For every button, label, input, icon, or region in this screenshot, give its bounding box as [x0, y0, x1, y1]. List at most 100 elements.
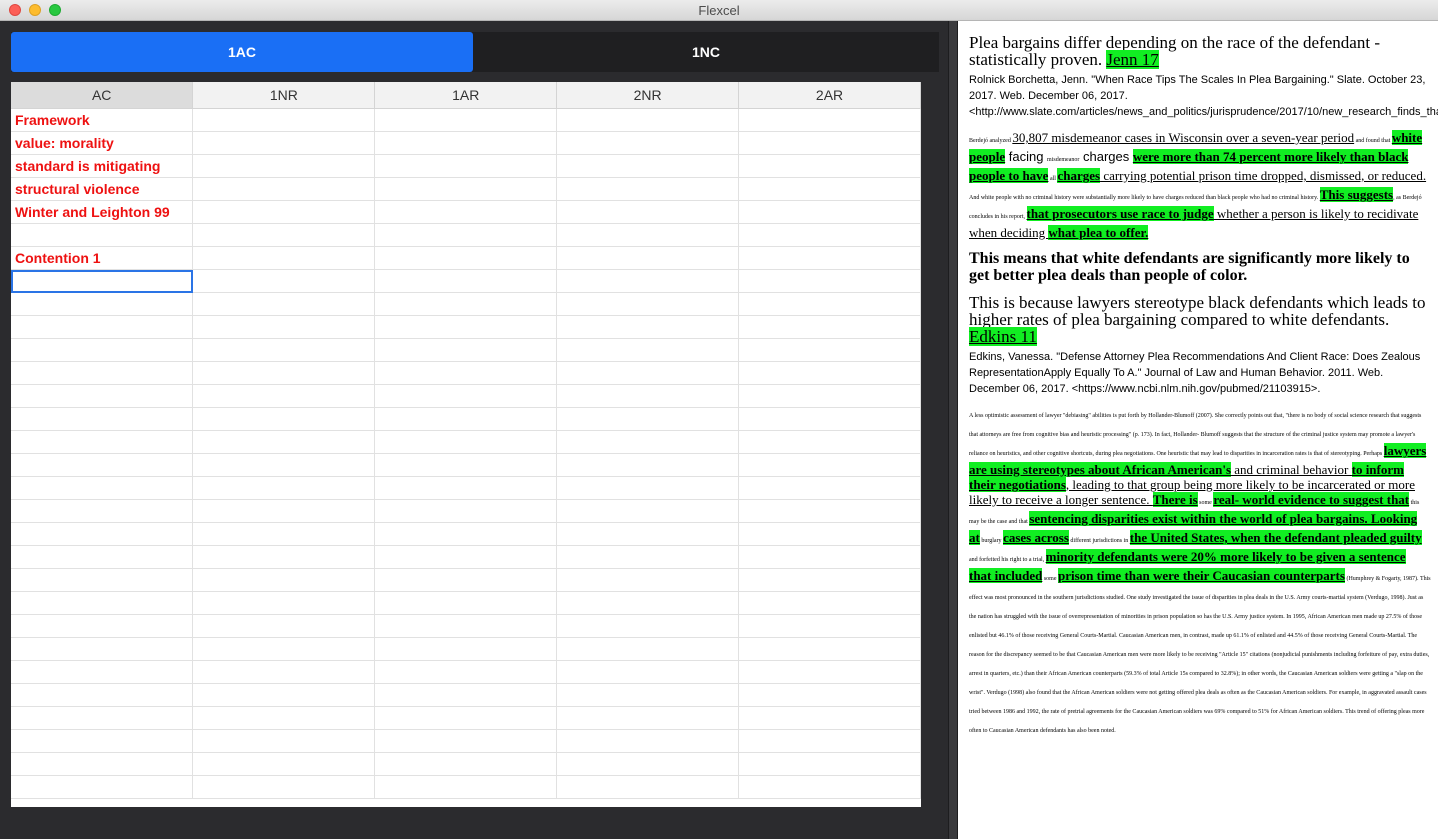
cell[interactable]	[192, 706, 376, 730]
cell[interactable]: Winter and Leighton 99	[11, 200, 194, 224]
cell[interactable]	[11, 499, 194, 523]
cell[interactable]	[738, 177, 921, 201]
cell[interactable]	[192, 752, 376, 776]
cell[interactable]	[11, 407, 194, 431]
cell[interactable]: Contention 1	[11, 246, 194, 270]
cell[interactable]	[374, 154, 558, 178]
cell[interactable]	[374, 522, 558, 546]
cell[interactable]	[556, 660, 740, 684]
cell[interactable]	[192, 729, 376, 753]
cell[interactable]	[374, 361, 558, 385]
cell[interactable]	[738, 453, 921, 477]
tab-1ac[interactable]: 1AC	[11, 32, 473, 72]
cell[interactable]	[556, 614, 740, 638]
cell[interactable]: structural violence	[11, 177, 194, 201]
cell[interactable]	[11, 338, 194, 362]
cell[interactable]	[556, 315, 740, 339]
cell[interactable]	[192, 660, 376, 684]
cell[interactable]	[374, 292, 558, 316]
cell[interactable]	[556, 591, 740, 615]
cell[interactable]	[192, 108, 376, 132]
cell[interactable]	[738, 775, 921, 799]
cell[interactable]	[738, 499, 921, 523]
cell[interactable]	[556, 499, 740, 523]
cell[interactable]	[556, 752, 740, 776]
cell[interactable]	[11, 522, 194, 546]
cell[interactable]	[738, 246, 921, 270]
cell[interactable]	[738, 269, 921, 293]
cell[interactable]	[374, 683, 558, 707]
cell[interactable]	[738, 637, 921, 661]
cell[interactable]	[11, 223, 194, 247]
cell[interactable]	[374, 453, 558, 477]
document-pane[interactable]: Plea bargains differ depending on the ra…	[958, 21, 1438, 839]
cell[interactable]	[374, 614, 558, 638]
cell[interactable]	[374, 177, 558, 201]
cell[interactable]	[738, 384, 921, 408]
cell[interactable]	[11, 292, 194, 316]
cell[interactable]	[192, 223, 376, 247]
cell[interactable]	[556, 568, 740, 592]
cell[interactable]	[556, 729, 740, 753]
cell[interactable]	[738, 660, 921, 684]
cell[interactable]	[192, 453, 376, 477]
column-header-2ar[interactable]: 2AR	[738, 82, 921, 109]
cell[interactable]	[738, 223, 921, 247]
cell[interactable]	[192, 591, 376, 615]
cell[interactable]	[11, 476, 194, 500]
cell[interactable]	[192, 522, 376, 546]
pane-divider[interactable]	[948, 21, 958, 839]
cell[interactable]	[374, 108, 558, 132]
cell[interactable]	[374, 246, 558, 270]
column-header-ac[interactable]: AC	[11, 82, 194, 109]
cell[interactable]	[374, 568, 558, 592]
cell[interactable]	[738, 200, 921, 224]
cell[interactable]	[556, 361, 740, 385]
cell[interactable]	[556, 706, 740, 730]
cell[interactable]	[556, 292, 740, 316]
cell[interactable]	[556, 476, 740, 500]
cell[interactable]	[11, 637, 194, 661]
cell[interactable]	[11, 775, 194, 799]
cell[interactable]	[556, 223, 740, 247]
cell[interactable]	[556, 637, 740, 661]
cell[interactable]	[192, 246, 376, 270]
cell[interactable]	[11, 683, 194, 707]
cell[interactable]	[374, 338, 558, 362]
cell[interactable]	[738, 430, 921, 454]
cell[interactable]	[738, 131, 921, 155]
cell[interactable]	[374, 384, 558, 408]
cell[interactable]	[192, 683, 376, 707]
cell[interactable]	[738, 706, 921, 730]
cell[interactable]	[11, 591, 194, 615]
cell[interactable]	[11, 614, 194, 638]
cell[interactable]	[556, 177, 740, 201]
cell[interactable]	[738, 545, 921, 569]
cell[interactable]	[374, 752, 558, 776]
column-header-2nr[interactable]: 2NR	[556, 82, 740, 109]
cell[interactable]	[556, 522, 740, 546]
column-header-1ar[interactable]: 1AR	[374, 82, 558, 109]
cell[interactable]	[738, 338, 921, 362]
cell[interactable]	[374, 430, 558, 454]
cell[interactable]	[11, 706, 194, 730]
cell[interactable]	[11, 545, 194, 569]
cell[interactable]	[11, 729, 194, 753]
cell[interactable]	[556, 384, 740, 408]
cell[interactable]	[374, 200, 558, 224]
cell[interactable]	[11, 568, 194, 592]
cell[interactable]	[556, 545, 740, 569]
cell[interactable]	[556, 407, 740, 431]
cell[interactable]	[556, 154, 740, 178]
cell[interactable]	[192, 407, 376, 431]
cell[interactable]	[738, 752, 921, 776]
cell[interactable]	[192, 315, 376, 339]
cell[interactable]	[556, 775, 740, 799]
cell[interactable]	[192, 269, 376, 293]
cell[interactable]	[192, 338, 376, 362]
cell[interactable]	[374, 591, 558, 615]
tab-1nc[interactable]: 1NC	[473, 32, 939, 72]
column-header-1nr[interactable]: 1NR	[192, 82, 376, 109]
cell[interactable]	[556, 108, 740, 132]
cell[interactable]: standard is mitigating	[11, 154, 194, 178]
